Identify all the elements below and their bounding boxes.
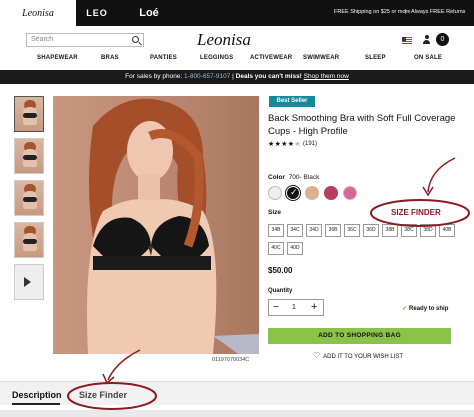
rating-stars[interactable]: ★★★★★ (268, 140, 301, 148)
brand-tab-leo[interactable]: LEO (76, 0, 118, 26)
active-tab-underline (12, 403, 60, 405)
color-label: Color 700- Black (268, 174, 319, 181)
us-flag-icon[interactable] (402, 37, 412, 44)
heart-icon: ♡ (313, 351, 321, 360)
swatch-nude[interactable] (305, 186, 319, 200)
size-40b[interactable]: 40B (439, 224, 455, 237)
nav-on-sale[interactable]: ON SALE (414, 55, 442, 61)
thumbnail-2[interactable] (14, 138, 44, 174)
product-main-image[interactable] (53, 96, 259, 354)
quantity-decrease-button[interactable]: − (273, 302, 279, 313)
size-36c[interactable]: 36C (344, 224, 360, 237)
thumbnail-3[interactable] (14, 180, 44, 216)
account-icon[interactable] (422, 35, 431, 44)
annotation-arrow-top (427, 157, 456, 193)
nav-sleep[interactable]: SLEEP (365, 55, 386, 61)
topbar-separator: | (405, 9, 407, 15)
returns-message: Always FREE Returns (411, 9, 466, 15)
nav-activewear[interactable]: ACTIVEWEAR (250, 55, 292, 61)
nav-swimwear[interactable]: SWIMWEAR (303, 55, 339, 61)
star-empty-icon: ★ (294, 141, 301, 148)
promo-phone-link[interactable]: 1-800-657-9107 (184, 73, 230, 80)
ready-to-ship: ✓ Ready to ship (402, 305, 448, 312)
promo-bar: For sales by phone: 1-800-657-9107 | Dea… (0, 70, 474, 84)
site-logo[interactable]: Leonisa (197, 30, 251, 50)
swatch-berry[interactable] (324, 186, 338, 200)
wishlist-link[interactable]: ♡ ADD IT TO YOUR WISH LIST (313, 351, 403, 360)
nav-leggings[interactable]: LEGGINGS (200, 55, 233, 61)
quantity-value[interactable]: 1 (292, 304, 296, 311)
tab-description[interactable]: Description (12, 390, 62, 400)
annotation-arrowhead-top (422, 186, 434, 197)
promo-divider: | (232, 73, 234, 80)
add-to-bag-button[interactable]: ADD TO SHOPPING BAG (268, 328, 451, 344)
brand-tab-loe[interactable]: Loé (118, 0, 180, 26)
nav-bras[interactable]: BRAS (101, 55, 119, 61)
thumbnail-1[interactable] (14, 96, 44, 132)
quantity-stepper: − 1 + (268, 299, 324, 316)
color-label-text: Color (268, 174, 285, 181)
quantity-increase-button[interactable]: + (311, 301, 317, 313)
size-40c[interactable]: 40C (268, 242, 284, 255)
wishlist-text: ADD IT TO YOUR WISH LIST (323, 354, 404, 360)
product-tabs (0, 381, 474, 405)
size-34b[interactable]: 34B (268, 224, 284, 237)
top-brand-bar: Leonisa LEO Loé FREE Shipping on $25 or … (0, 0, 474, 26)
nav-panties[interactable]: PANTIES (150, 55, 177, 61)
size-40d[interactable]: 40D (287, 242, 303, 255)
promo-shop-link[interactable]: Shop them now (304, 73, 349, 80)
model-illustration (87, 98, 259, 354)
size-38c[interactable]: 38C (401, 224, 417, 237)
quantity-label: Quantity (268, 288, 293, 294)
annotation-size-finder-label: SIZE FINDER (391, 208, 441, 217)
size-label: Size (268, 209, 282, 216)
size-34d[interactable]: 34D (306, 224, 322, 237)
check-icon: ✓ (402, 306, 408, 312)
size-34c[interactable]: 34C (287, 224, 303, 237)
play-icon (24, 277, 31, 287)
search-placeholder: Search (31, 36, 54, 43)
size-36d[interactable]: 36D (363, 224, 379, 237)
nav-shapewear[interactable]: SHAPEWEAR (37, 55, 78, 61)
size-38d[interactable]: 38D (420, 224, 436, 237)
ready-text: Ready to ship (409, 306, 449, 312)
best-seller-badge: Best Seller (269, 96, 315, 107)
annotation-arrow-bottom (107, 349, 141, 381)
main-navigation: SHAPEWEAR BRAS PANTIES LEGGINGS ACTIVEWE… (0, 55, 474, 67)
promo-deals: Deals you can't miss! (235, 73, 302, 80)
search-input[interactable]: Search (26, 33, 144, 47)
promo-prefix: For sales by phone: (125, 73, 183, 80)
product-title: Back Smoothing Bra with Soft Full Covera… (268, 113, 456, 137)
brand-tab-leonisa[interactable]: Leonisa (0, 0, 76, 26)
review-count[interactable]: (191) (303, 141, 317, 147)
search-icon[interactable] (132, 36, 139, 43)
color-value: 700- Black (288, 174, 320, 181)
bottom-divider (0, 410, 474, 417)
shipping-message: FREE Shipping on $25 or more (334, 9, 411, 15)
product-price: $50.00 (268, 266, 293, 275)
star-icon: ★ (281, 141, 288, 148)
cart-count: 0 (440, 36, 445, 43)
size-36b[interactable]: 36B (325, 224, 341, 237)
swatch-white[interactable] (268, 186, 282, 200)
thumbnail-video[interactable] (14, 264, 44, 300)
cart-icon[interactable]: 0 (436, 33, 449, 46)
star-icon: ★ (268, 141, 275, 148)
swatch-pink[interactable] (343, 186, 357, 200)
swatch-black-selected[interactable] (286, 186, 300, 200)
thumbnail-4[interactable] (14, 222, 44, 258)
product-sku: 01197070034C (212, 357, 250, 363)
tab-size-finder[interactable]: Size Finder (79, 390, 127, 400)
size-38b[interactable]: 38B (382, 224, 398, 237)
